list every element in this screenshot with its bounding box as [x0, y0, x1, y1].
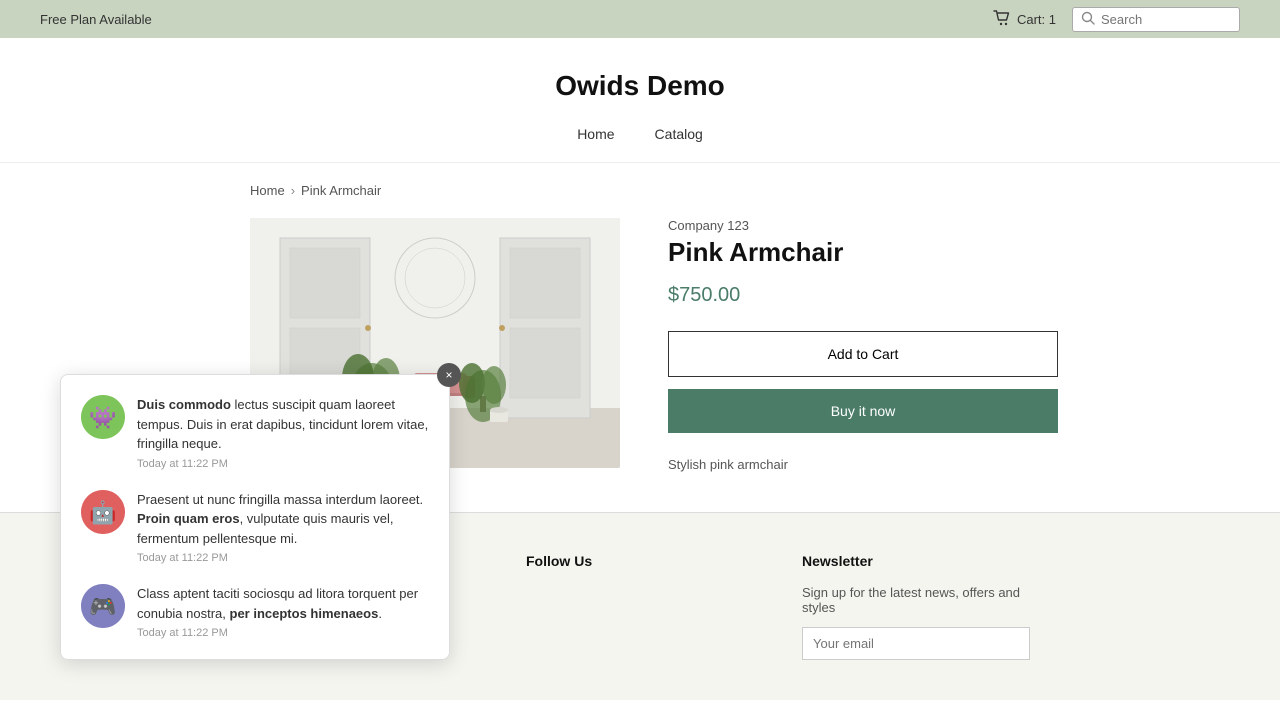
- chat-message: 🎮 Class aptent taciti sociosqu ad litora…: [81, 584, 429, 639]
- breadcrumb: Home › Pink Armchair: [0, 163, 1280, 218]
- chat-time-1: Today at 11:22 PM: [137, 458, 429, 470]
- site-nav: Home Catalog: [0, 110, 1280, 163]
- product-name: Pink Armchair: [668, 237, 1058, 268]
- product-price: $750.00: [668, 284, 1058, 307]
- svg-text:🤖: 🤖: [89, 500, 116, 525]
- chat-text-3: Class aptent taciti sociosqu ad litora t…: [137, 584, 429, 623]
- nav-home[interactable]: Home: [577, 126, 614, 142]
- chat-text-1: Duis commodo lectus suscipit quam laoree…: [137, 395, 429, 454]
- svg-text:👾: 👾: [89, 405, 116, 430]
- chat-content-3: Class aptent taciti sociosqu ad litora t…: [137, 584, 429, 639]
- footer-follow-col: Follow Us: [526, 553, 754, 660]
- top-bar-right: Cart: 1: [993, 7, 1240, 32]
- footer-newsletter-col: Newsletter Sign up for the latest news, …: [802, 553, 1030, 660]
- chat-time-3: Today at 11:22 PM: [137, 627, 429, 639]
- search-box[interactable]: [1072, 7, 1240, 32]
- nav-catalog[interactable]: Catalog: [655, 126, 703, 142]
- chat-close-button[interactable]: ×: [437, 363, 461, 387]
- chat-time-2: Today at 11:22 PM: [137, 552, 429, 564]
- cart-icon: [993, 10, 1011, 29]
- chat-avatar-1: 👾: [81, 395, 125, 439]
- search-icon: [1081, 11, 1095, 28]
- chat-text-2: Praesent ut nunc fringilla massa interdu…: [137, 490, 429, 549]
- svg-text:🎮: 🎮: [89, 594, 116, 619]
- product-info: Company 123 Pink Armchair $750.00 Add to…: [668, 218, 1058, 472]
- add-to-cart-button[interactable]: Add to Cart: [668, 331, 1058, 377]
- chat-avatar-2: 🤖: [81, 490, 125, 534]
- chat-avatar-3: 🎮: [81, 584, 125, 628]
- search-input[interactable]: [1101, 12, 1231, 27]
- product-company: Company 123: [668, 218, 1058, 233]
- footer-newsletter-title: Newsletter: [802, 553, 1030, 569]
- promo-text: Free Plan Available: [40, 12, 152, 27]
- email-input[interactable]: [802, 627, 1030, 660]
- buy-now-button[interactable]: Buy it now: [668, 389, 1058, 433]
- chat-content-1: Duis commodo lectus suscipit quam laoree…: [137, 395, 429, 470]
- newsletter-text: Sign up for the latest news, offers and …: [802, 585, 1030, 615]
- cart-label: Cart: 1: [1017, 12, 1056, 27]
- cart-link[interactable]: Cart: 1: [993, 10, 1056, 29]
- chat-message: 🤖 Praesent ut nunc fringilla massa inter…: [81, 490, 429, 565]
- top-bar: Free Plan Available Cart: 1: [0, 0, 1280, 38]
- breadcrumb-home[interactable]: Home: [250, 183, 285, 198]
- chat-message: 👾 Duis commodo lectus suscipit quam laor…: [81, 395, 429, 470]
- breadcrumb-current: Pink Armchair: [301, 183, 381, 198]
- product-description: Stylish pink armchair: [668, 457, 1058, 472]
- site-title: Owids Demo: [40, 70, 1240, 102]
- breadcrumb-separator: ›: [291, 183, 295, 198]
- chat-content-2: Praesent ut nunc fringilla massa interdu…: [137, 490, 429, 565]
- chat-popup: × 👾 Duis commodo lectus suscipit quam la…: [60, 374, 450, 660]
- site-header: Owids Demo: [0, 38, 1280, 110]
- footer-follow-title: Follow Us: [526, 553, 754, 569]
